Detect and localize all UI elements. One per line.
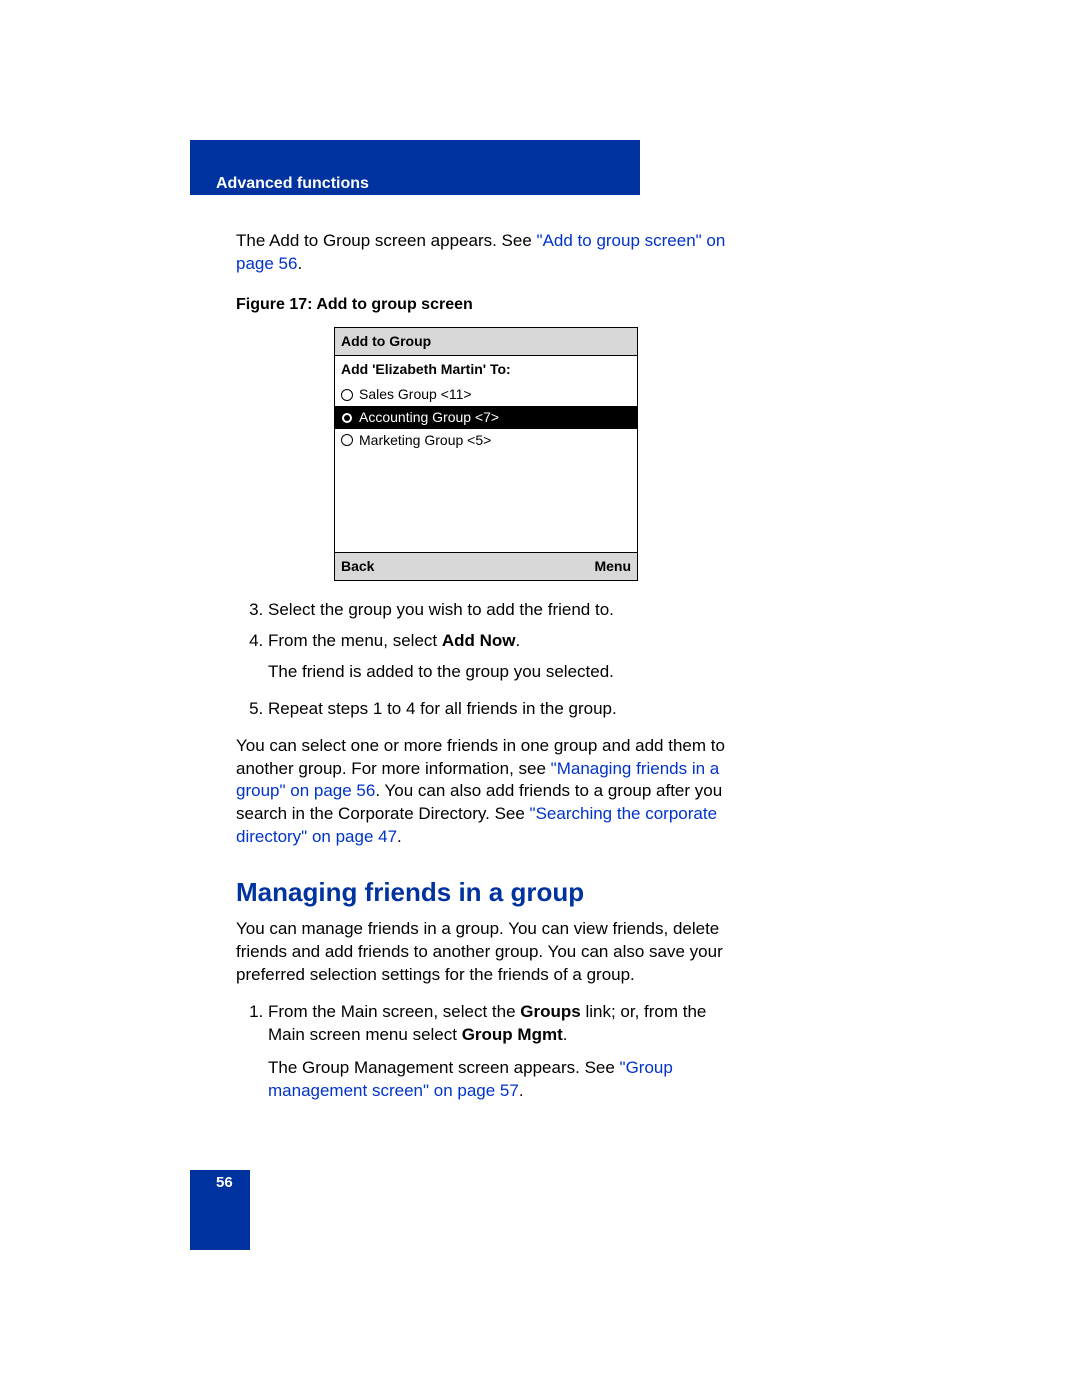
option-label: Accounting Group <7> xyxy=(359,408,499,427)
softkey-menu[interactable]: Menu xyxy=(594,557,631,576)
phone-empty-area xyxy=(335,452,637,552)
paragraph-2: You can select one or more friends in on… xyxy=(236,735,736,850)
step-bold: Add Now xyxy=(442,631,516,650)
intro-after: . xyxy=(297,254,302,273)
sbn-post: . xyxy=(519,1081,524,1100)
option-label: Marketing Group <5> xyxy=(359,431,491,450)
phone-title: Add to Group xyxy=(335,328,637,356)
phone-footer: Back Menu xyxy=(335,552,637,580)
steps-list-a: Select the group you wish to add the fri… xyxy=(236,599,736,721)
softkey-back[interactable]: Back xyxy=(341,557,374,576)
sb1-b2: Group Mgmt xyxy=(462,1025,563,1044)
option-sales-group[interactable]: Sales Group <11> xyxy=(335,383,637,406)
step-text: Repeat steps 1 to 4 for all friends in t… xyxy=(268,699,617,718)
intro-text: The Add to Group screen appears. See xyxy=(236,231,537,250)
steps-list-b: From the Main screen, select the Groups … xyxy=(236,1001,736,1103)
option-label: Sales Group <11> xyxy=(359,385,472,404)
step-b1-note: The Group Management screen appears. See… xyxy=(268,1057,736,1103)
option-accounting-group[interactable]: Accounting Group <7> xyxy=(335,406,637,429)
sb1-pre: From the Main screen, select the xyxy=(268,1002,520,1021)
sb1-post: . xyxy=(563,1025,568,1044)
page-number: 56 xyxy=(216,1174,233,1191)
figure-caption: Figure 17: Add to group screen xyxy=(236,294,736,316)
step-post: . xyxy=(516,631,521,650)
step-3: Select the group you wish to add the fri… xyxy=(268,599,736,622)
step-4: From the menu, select Add Now. The frien… xyxy=(268,630,736,684)
phone-subtitle: Add 'Elizabeth Martin' To: xyxy=(335,356,637,383)
step-b1: From the Main screen, select the Groups … xyxy=(268,1001,736,1103)
sb1-b1: Groups xyxy=(520,1002,580,1021)
section-heading: Managing friends in a group xyxy=(236,875,736,910)
option-marketing-group[interactable]: Marketing Group <5> xyxy=(335,429,637,452)
radio-icon xyxy=(341,434,353,446)
sbn-pre: The Group Management screen appears. See xyxy=(268,1058,620,1077)
radio-icon-selected xyxy=(341,412,353,424)
main-content: The Add to Group screen appears. See "Ad… xyxy=(236,222,736,1117)
radio-icon xyxy=(341,389,353,401)
phone-screen: Add to Group Add 'Elizabeth Martin' To: … xyxy=(334,327,638,580)
step-text: Select the group you wish to add the fri… xyxy=(268,600,614,619)
intro-paragraph: The Add to Group screen appears. See "Ad… xyxy=(236,230,736,276)
p2-t3: . xyxy=(397,827,402,846)
step-5: Repeat steps 1 to 4 for all friends in t… xyxy=(268,698,736,721)
step-pre: From the menu, select xyxy=(268,631,442,650)
header-section-label: Advanced functions xyxy=(216,175,369,193)
step-4-note: The friend is added to the group you sel… xyxy=(268,661,736,684)
section2-intro: You can manage friends in a group. You c… xyxy=(236,918,736,987)
